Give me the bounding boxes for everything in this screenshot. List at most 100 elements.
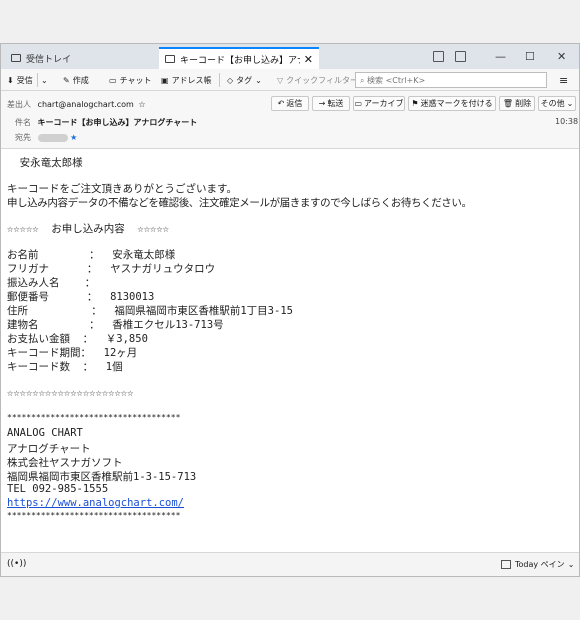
- star-icon[interactable]: ☆: [138, 100, 145, 109]
- forward-button[interactable]: → 転送: [312, 96, 350, 111]
- today-pane-toggle[interactable]: Today ペイン ⌄: [501, 559, 574, 570]
- envelope-icon: [165, 55, 175, 63]
- body-line: キーコード数 ： 1個: [7, 361, 123, 373]
- reply-label: 返信: [286, 99, 303, 108]
- download-icon: ⬇: [7, 75, 14, 85]
- address-book-label: アドレス帳: [171, 75, 212, 85]
- recipient-chip[interactable]: [37, 133, 68, 142]
- to-row: 宛先 ★: [15, 132, 77, 143]
- app-menu-button[interactable]: ≡: [559, 72, 568, 88]
- body-line: 安永竜太郎様: [7, 157, 83, 169]
- body-line: 郵便番号 ： 8130013: [7, 291, 155, 303]
- chat-label: チャット: [119, 75, 152, 85]
- tab-inbox[interactable]: 受信トレイ: [5, 47, 155, 69]
- forward-icon: →: [318, 99, 326, 108]
- archive-icon: ▭: [354, 99, 363, 108]
- body-line: ☆☆☆☆☆☆☆☆☆☆☆☆☆☆☆☆☆☆☆☆: [7, 387, 134, 399]
- delete-button[interactable]: 🗑 削除: [499, 96, 535, 111]
- connection-status-icon: ((•)): [7, 559, 27, 569]
- body-line: 申し込み内容データの不備などを確認後、注文確定メールが届きますので今しばらくお待…: [7, 197, 472, 209]
- body-line: 建物名 ： 香椎エクセル13-713号: [7, 319, 224, 331]
- archive-button[interactable]: ▭ アーカイブ: [353, 96, 405, 111]
- chevron-down-icon: ⌄: [255, 75, 262, 85]
- reply-button[interactable]: ↶ 返信: [271, 96, 309, 111]
- tab-inbox-label: 受信トレイ: [26, 54, 72, 65]
- chevron-down-icon: ⌄: [41, 75, 48, 85]
- write-button[interactable]: ✎ 作成: [63, 72, 89, 88]
- chat-button[interactable]: ▭ チャット: [109, 72, 151, 88]
- website-link[interactable]: https://www.analogchart.com/: [7, 497, 184, 509]
- subject-label: 件名: [15, 118, 31, 127]
- body-line: ************************************: [7, 413, 181, 422]
- subject-value: キーコード【お申し込み】アナログチャート: [37, 118, 198, 127]
- junk-label: 迷惑マークを付ける: [420, 99, 493, 108]
- tag-label: タグ: [236, 75, 253, 85]
- quick-filter-label: クイックフィルター: [286, 75, 358, 85]
- body-line: TEL 092-985-1555: [7, 483, 109, 495]
- body-line: ************************************: [7, 511, 181, 520]
- status-bar: ((•)) Today ペイン ⌄: [1, 552, 579, 576]
- filter-icon: ▽: [277, 75, 284, 85]
- toolbar-divider: [219, 73, 220, 87]
- body-line: お名前 ： 安永竜太郎様: [7, 249, 176, 261]
- from-row: 差出人 chart@analogchart.com ☆: [7, 99, 146, 110]
- close-button[interactable]: ✕: [557, 44, 566, 69]
- message-time: 10:38: [555, 117, 579, 126]
- junk-icon: ⚑: [411, 99, 419, 108]
- other-actions-label: その他: [540, 99, 565, 108]
- body-line: ANALOG CHART: [7, 427, 83, 439]
- chevron-down-icon: ⌄: [566, 99, 574, 108]
- close-tab-icon[interactable]: ✕: [304, 53, 313, 66]
- body-line: キーコードをご注文頂きありがとうございます。: [7, 183, 237, 195]
- from-label: 差出人: [7, 100, 31, 109]
- search-input[interactable]: ⌕ 検索 <Ctrl+K>: [355, 72, 547, 88]
- mail-window: 受信トレイ キーコード【お申し込み】アナログチ ✕ — ☐ ✕ ⬇ 受信 ⌄ ✎…: [0, 43, 580, 577]
- body-line: フリガナ ： ヤスナガリュウタロウ: [7, 263, 216, 275]
- body-line: 株式会社ヤスナガソフト: [7, 457, 123, 469]
- get-mail-label: 受信: [16, 75, 33, 85]
- body-line: アナログチャート: [7, 443, 91, 455]
- title-bar: 受信トレイ キーコード【お申し込み】アナログチ ✕ — ☐ ✕: [1, 44, 579, 69]
- archive-label: アーカイブ: [364, 99, 404, 108]
- other-actions-button[interactable]: その他 ⌄: [538, 96, 576, 111]
- body-line: お支払い金額 ： ￥3,850: [7, 333, 148, 345]
- tab-message-label: キーコード【お申し込み】アナログチ: [180, 55, 300, 66]
- subject-row: 件名 キーコード【お申し込み】アナログチャート: [15, 117, 197, 128]
- trash-icon: 🗑: [502, 99, 514, 108]
- maximize-button[interactable]: ☐: [525, 44, 535, 69]
- calendar-icon[interactable]: [433, 51, 444, 62]
- tasks-icon[interactable]: [455, 51, 466, 62]
- body-line: 福岡県福岡市東区香椎駅前1-3-15-713: [7, 471, 197, 483]
- address-book-icon: ▣: [161, 75, 169, 85]
- chat-icon: ▭: [109, 75, 117, 85]
- body-line: 振込み人名 ：: [7, 277, 96, 289]
- forward-label: 転送: [327, 99, 344, 108]
- junk-button[interactable]: ⚑ 迷惑マークを付ける: [408, 96, 496, 111]
- from-value[interactable]: chart@analogchart.com: [38, 100, 134, 109]
- today-pane-label: Today ペイン: [515, 560, 565, 569]
- tag-button[interactable]: ◇ タグ ⌄: [227, 72, 262, 88]
- tag-icon: ◇: [227, 75, 234, 85]
- reply-icon: ↶: [277, 99, 285, 108]
- quick-filter-button[interactable]: ▽ クイックフィルター: [277, 72, 358, 88]
- body-line: ☆☆☆☆☆ お申し込み内容 ☆☆☆☆☆: [7, 223, 170, 235]
- to-label: 宛先: [15, 133, 31, 142]
- search-icon: ⌕: [360, 76, 368, 85]
- search-placeholder: 検索 <Ctrl+K>: [367, 76, 426, 85]
- tab-message[interactable]: キーコード【お申し込み】アナログチ ✕: [159, 47, 319, 69]
- inbox-icon: [11, 54, 21, 62]
- message-body: 安永竜太郎様 キーコードをご注文頂きありがとうございます。 申し込み内容データの…: [1, 149, 579, 552]
- calendar-icon: [501, 560, 511, 569]
- write-label: 作成: [72, 75, 89, 85]
- delete-label: 削除: [515, 99, 532, 108]
- star-icon[interactable]: ★: [70, 133, 77, 142]
- address-book-button[interactable]: ▣ アドレス帳: [161, 72, 212, 88]
- minimize-button[interactable]: —: [495, 44, 506, 69]
- toolbar-divider: [37, 73, 38, 87]
- body-line: 住所 ： 福岡県福岡市東区香椎駅前1丁目3-15: [7, 305, 293, 317]
- get-mail-button[interactable]: ⬇ 受信: [7, 72, 33, 88]
- get-mail-dropdown[interactable]: ⌄: [41, 72, 48, 88]
- pencil-icon: ✎: [63, 75, 70, 85]
- main-toolbar: ⬇ 受信 ⌄ ✎ 作成 ▭ チャット ▣ アドレス帳 ◇ タグ ⌄ ▽ クイック…: [1, 69, 579, 91]
- message-header: 差出人 chart@analogchart.com ☆ ↶ 返信 → 転送 ▭ アーカ…: [1, 91, 579, 149]
